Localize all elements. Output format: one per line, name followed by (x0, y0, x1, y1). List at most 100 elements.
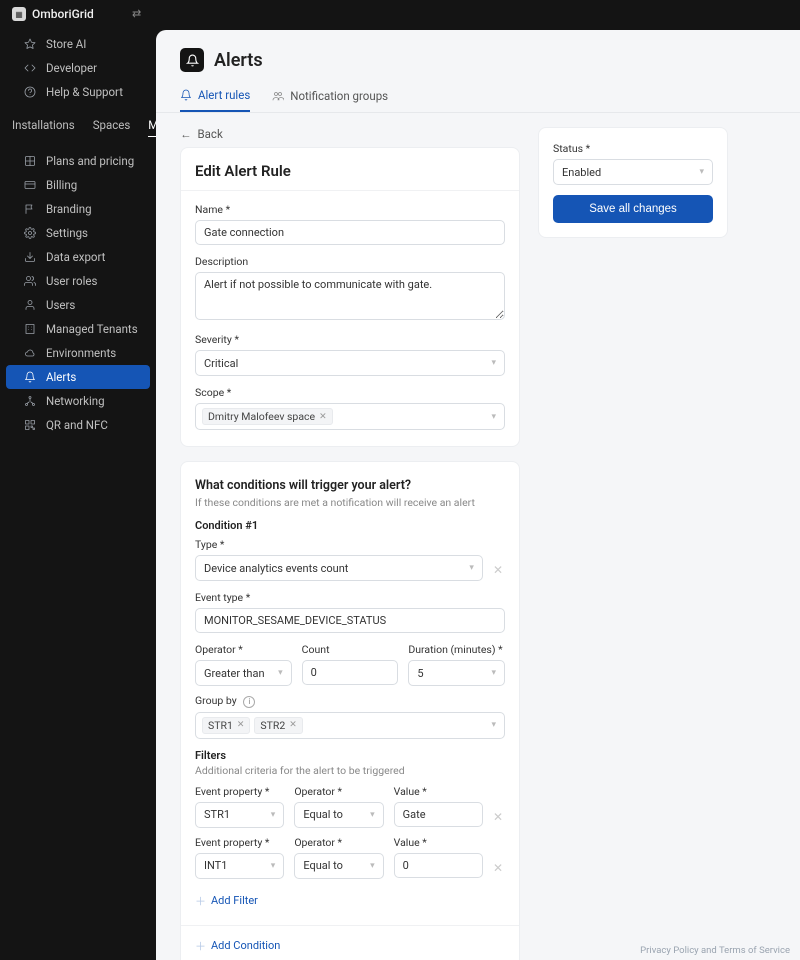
sidebar-item-label: Managed Tenants (46, 322, 138, 336)
count-input[interactable] (302, 660, 399, 685)
filter-val-input[interactable] (394, 802, 483, 827)
back-button[interactable]: ← Back (180, 127, 520, 141)
tab-label: Notification groups (290, 89, 388, 103)
sidebar-item-label: User roles (46, 274, 97, 288)
gear-icon (24, 227, 38, 239)
count-label: Count (302, 643, 399, 656)
topbar: ▦ OmboriGrid ⇄ (0, 0, 800, 28)
sidebar-item-billing[interactable]: Billing (6, 173, 150, 197)
close-icon[interactable]: ✕ (237, 720, 245, 730)
sidebar-item-environments[interactable]: Environments (6, 341, 150, 365)
sidebar-item-label: Help & Support (46, 85, 123, 99)
chevron-down-icon: ▾ (271, 810, 276, 820)
type-select[interactable]: Device analytics events count ▾ (195, 555, 483, 581)
sidebar-item-label: Data export (46, 250, 105, 264)
chevron-down-icon: ▾ (491, 412, 496, 422)
user-icon (24, 299, 38, 311)
filter-prop-value: INT1 (204, 859, 227, 872)
filter-val-input[interactable] (394, 853, 483, 878)
status-select[interactable]: Enabled ▾ (553, 159, 713, 185)
filter-op-value: Equal to (303, 808, 343, 821)
sidebar-item-label: Networking (46, 394, 105, 408)
severity-value: Critical (204, 357, 238, 370)
cond-sub: If these conditions are met a notificati… (195, 496, 505, 509)
flag-icon (24, 203, 38, 215)
sidebar-item-help-support[interactable]: Help & Support (6, 80, 150, 104)
tag-label: STR2 (260, 719, 285, 732)
desc-label: Description (195, 255, 505, 268)
save-button[interactable]: Save all changes (553, 195, 713, 223)
sidebar-item-plans-and-pricing[interactable]: Plans and pricing (6, 149, 150, 173)
info-icon[interactable]: i (243, 696, 255, 708)
filter-op-select[interactable]: Equal to ▾ (294, 802, 383, 828)
arrow-left-icon: ← (180, 127, 192, 141)
group-icon (272, 90, 284, 102)
duration-select[interactable]: 5 ▾ (408, 660, 505, 686)
sidebar-item-managed-tenants[interactable]: Managed Tenants (6, 317, 150, 341)
groupby-tag[interactable]: STR1✕ (202, 717, 250, 734)
desc-input[interactable]: Alert if not possible to communicate wit… (195, 272, 505, 320)
delete-filter-button[interactable]: ✕ (491, 810, 505, 824)
plus-icon: ＋ (195, 893, 206, 909)
sidebar-item-data-export[interactable]: Data export (6, 245, 150, 269)
scope-tag[interactable]: Dmitry Malofeev space ✕ (202, 408, 333, 425)
download-icon (24, 251, 38, 263)
filter-op-label: Operator (294, 785, 383, 798)
filter-prop-select[interactable]: INT1▾ (195, 853, 284, 879)
filters-desc: Additional criteria for the alert to be … (195, 764, 505, 777)
brand-name: OmboriGrid (32, 7, 94, 21)
sidebar-item-store-ai[interactable]: Store AI (6, 32, 150, 56)
close-icon[interactable]: ✕ (289, 720, 297, 730)
severity-label: Severity (195, 333, 505, 346)
sidebar-item-qr-and-nfc[interactable]: QR and NFC (6, 413, 150, 437)
sidebar-item-users[interactable]: Users (6, 293, 150, 317)
sidebar-item-branding[interactable]: Branding (6, 197, 150, 221)
add-filter-button[interactable]: ＋ Add Filter (195, 893, 505, 909)
tab-notification-groups[interactable]: Notification groups (272, 88, 388, 112)
swap-icon[interactable]: ⇄ (132, 7, 141, 20)
qr-icon (24, 419, 38, 431)
sidebar-item-label: Alerts (46, 370, 76, 384)
filter-prop-select[interactable]: STR1▾ (195, 802, 284, 828)
op-select[interactable]: Greater than ▾ (195, 660, 292, 686)
subtab-installations[interactable]: Installations (12, 118, 75, 137)
grid-icon (24, 155, 38, 167)
users-icon (24, 275, 38, 287)
chevron-down-icon: ▾ (370, 810, 375, 820)
footer-link[interactable]: Privacy Policy and Terms of Service (640, 945, 790, 956)
groupby-tag[interactable]: STR2 ✕ (254, 717, 302, 734)
add-condition-label: Add Condition (211, 939, 280, 952)
filter-op-select[interactable]: Equal to▾ (294, 853, 383, 879)
name-input[interactable] (195, 220, 505, 245)
sidebar-item-label: Environments (46, 346, 116, 360)
edit-card: Edit Alert Rule Name Description Alert i… (180, 147, 520, 447)
cloud-icon (24, 347, 38, 359)
sidebar-item-alerts[interactable]: Alerts (6, 365, 150, 389)
help-icon (24, 86, 38, 98)
add-condition-button[interactable]: ＋ Add Condition (195, 938, 505, 954)
close-icon[interactable]: ✕ (319, 412, 327, 422)
event-type-input[interactable] (195, 608, 505, 633)
sidebar-item-settings[interactable]: Settings (6, 221, 150, 245)
sidebar-item-label: Settings (46, 226, 88, 240)
bell-icon (24, 371, 38, 383)
subtab-spaces[interactable]: Spaces (93, 118, 131, 137)
groupby-select[interactable]: STR1✕STR2✕ ▾ (195, 712, 505, 739)
net-icon (24, 395, 38, 407)
groupby-label: Group by i (195, 694, 505, 708)
delete-condition-button[interactable]: ✕ (491, 563, 505, 577)
subtabs: InstallationsSpacesMenu (0, 104, 156, 141)
sidebar-item-label: Developer (46, 61, 97, 75)
sidebar-item-developer[interactable]: Developer (6, 56, 150, 80)
scope-select[interactable]: Dmitry Malofeev space ✕ ▾ (195, 403, 505, 430)
filter-prop-label: Event property (195, 785, 284, 798)
chevron-down-icon: ▾ (469, 563, 474, 573)
severity-select[interactable]: Critical ▾ (195, 350, 505, 376)
tab-alert-rules[interactable]: Alert rules (180, 88, 250, 112)
sidebar-item-label: Branding (46, 202, 92, 216)
sidebar-item-user-roles[interactable]: User roles (6, 269, 150, 293)
delete-filter-button[interactable]: ✕ (491, 861, 505, 875)
sidebar-item-networking[interactable]: Networking (6, 389, 150, 413)
chevron-down-icon: ▾ (491, 668, 496, 678)
filters-title: Filters (195, 749, 505, 762)
